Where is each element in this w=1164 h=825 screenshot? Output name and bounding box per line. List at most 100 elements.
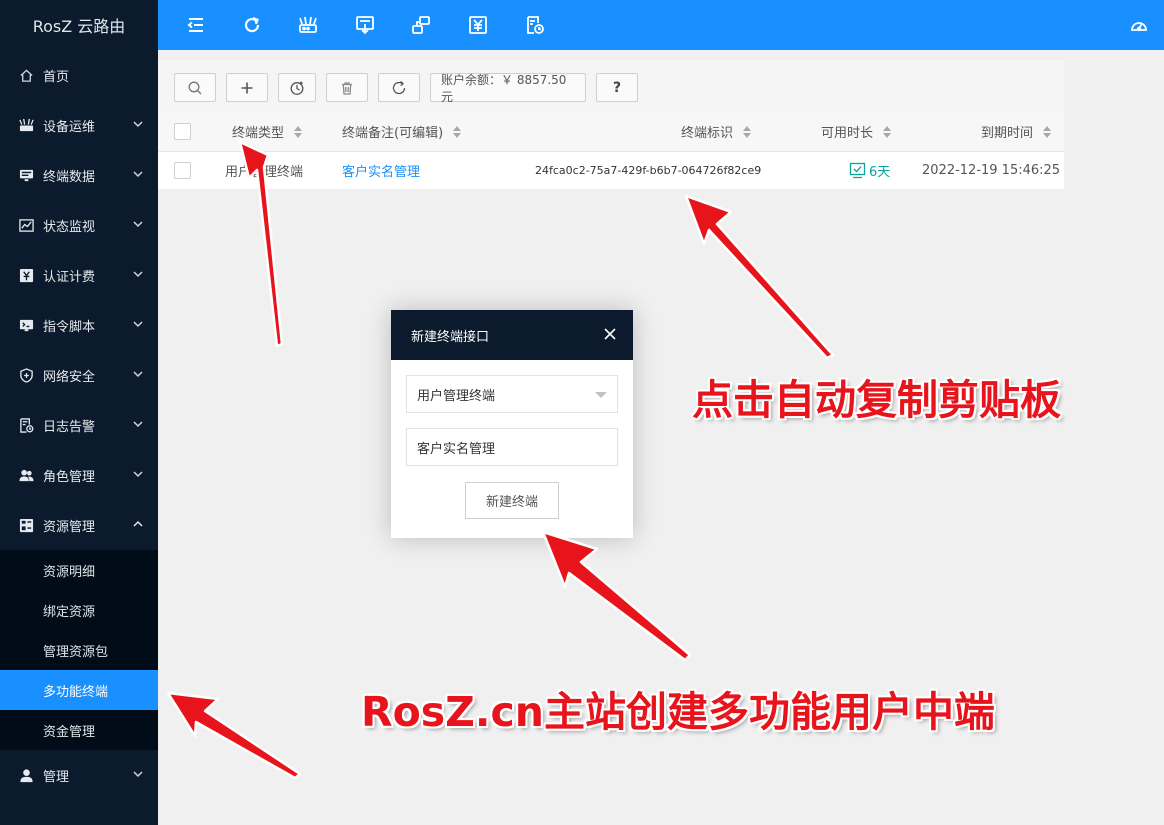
search-button[interactable] [174,73,216,102]
sidebar-item-label: 设备运维 [43,119,96,135]
column-header-type[interactable]: 终端类型 [232,112,303,151]
cell-duration: 6天 [849,152,890,189]
app-logo: RosZ 云路由 [32,17,126,36]
users-icon [18,467,34,483]
sidebar-item-resource-management[interactable]: 资源管理 [0,500,158,550]
new-terminal-dialog: 新建终端接口 用户管理终端 新建终端 [391,310,633,538]
help-icon: ? [612,79,622,96]
annotation-main-caption: RosZ.cn主站创建多功能用户中端 [361,688,995,736]
help-button[interactable]: ? [596,73,638,102]
cell-terminal-note-editable[interactable]: 客户实名管理 [342,152,420,189]
home-icon [18,67,34,83]
dialog-title: 新建终端接口 [411,329,490,345]
renew-button[interactable] [278,73,316,102]
sort-icon [1043,125,1052,138]
chevron-down-icon [133,221,143,228]
chart-icon [18,217,34,233]
sidebar-item-label: 角色管理 [43,469,96,485]
sidebar-item-label: 资源管理 [43,519,96,535]
sidebar-subitem-resource-pack[interactable]: 管理资源包 [0,630,158,670]
script-icon [18,317,34,333]
sidebar-subitem-funds[interactable]: 资金管理 [0,710,158,750]
router-icon [18,117,34,133]
billing-icon[interactable] [467,14,489,36]
sidebar-item-home[interactable]: 首页 [0,50,158,100]
chevron-down-icon [133,371,143,378]
delete-button[interactable] [326,73,368,102]
router-icon[interactable] [297,14,319,36]
sidebar-item-auth-billing[interactable]: 认证计费 [0,250,158,300]
refresh-icon[interactable] [241,14,263,36]
shield-icon [18,367,34,383]
sidebar: RosZ 云路由 首页 设备运维 终端数据 状态监视 认证计费 指令脚本 网络安… [0,0,158,825]
chevron-up-icon [133,520,143,527]
chevron-down-icon [133,771,143,778]
column-header-duration[interactable]: 可用时长 [821,112,892,151]
column-header-expires[interactable]: 到期时间 [981,112,1052,151]
sort-icon [743,125,752,138]
search-icon [188,81,202,94]
chevron-down-icon [133,321,143,328]
sidebar-item-network-security[interactable]: 网络安全 [0,350,158,400]
reload-button[interactable] [378,73,420,102]
chevron-down-icon [133,271,143,278]
column-header-note[interactable]: 终端备注(可编辑) [342,112,462,151]
chevron-down-icon [133,121,143,128]
cell-expires: 2022-12-19 15:46:25 [922,163,1061,178]
log-clock-icon[interactable] [524,14,546,36]
arrow-to-multi-terminal [166,691,302,780]
terminal-note-input[interactable] [406,428,618,466]
toolbar: 账户余额：￥ 8857.50 元 ? [158,60,1064,112]
caret-down-icon [595,392,607,398]
select-all-checkbox[interactable] [174,112,191,151]
table-header: 终端类型 终端备注(可编辑) 终端标识 可用时长 到期时间 [158,112,1064,152]
table-row: 用户管理终端 客户实名管理 24fca0c2-75a7-429f-b6b7-06… [158,152,1064,190]
sidebar-item-label: 网络安全 [43,369,96,385]
cell-terminal-type: 用户管理终端 [225,165,304,180]
top-bar [158,0,1164,50]
sidebar-item-device-ops[interactable]: 设备运维 [0,100,158,150]
arrow-to-terminal-id [684,194,835,360]
sidebar-subitem-resource-detail[interactable]: 资源明细 [0,550,158,590]
collapse-menu-icon[interactable] [185,14,207,36]
sidebar-item-label: 认证计费 [43,269,96,285]
sidebar-item-label: 指令脚本 [43,319,96,335]
create-terminal-button[interactable]: 新建终端 [465,482,559,519]
plus-icon [241,82,253,93]
add-button[interactable] [226,73,268,102]
terminal-download-icon[interactable] [354,14,376,36]
resource-submenu: 资源明细 绑定资源 管理资源包 多功能终端 资金管理 [0,550,158,750]
sort-icon [294,125,303,138]
dialog-header: 新建终端接口 [391,310,633,360]
trash-icon [342,81,352,95]
chevron-down-icon [133,421,143,428]
sidebar-item-label: 状态监视 [43,219,96,235]
balance-text: 账户余额：￥ 8857.50 元 [441,72,567,104]
sidebar-item-label: 管理 [43,769,70,785]
balance-display: 账户余额：￥ 8857.50 元 [430,72,586,104]
arrow-to-dialog-button [541,530,692,662]
billing-icon [18,267,34,283]
sidebar-item-role-management[interactable]: 角色管理 [0,450,158,500]
chevron-down-icon [133,471,143,478]
network-topology-icon[interactable] [410,14,432,36]
cell-terminal-id-copy[interactable]: 24fca0c2-75a7-429f-b6b7-064726f82ce9 [535,152,761,189]
sidebar-item-label: 日志告警 [43,419,96,435]
user-icon [18,767,34,783]
sidebar-item-terminal-data[interactable]: 终端数据 [0,150,158,200]
sidebar-subitem-multi-terminal[interactable]: 多功能终端 [0,670,158,710]
sidebar-item-label: 终端数据 [43,169,96,185]
column-header-id[interactable]: 终端标识 [681,112,752,151]
sidebar-item-label: 首页 [43,69,70,85]
close-icon[interactable] [603,327,617,341]
terminal-type-select[interactable]: 用户管理终端 [406,375,618,413]
dashboard-icon[interactable] [1128,14,1150,36]
sidebar-item-command-script[interactable]: 指令脚本 [0,300,158,350]
sidebar-subitem-bind-resource[interactable]: 绑定资源 [0,590,158,630]
sidebar-item-status-monitor[interactable]: 状态监视 [0,200,158,250]
sort-icon [453,125,462,138]
clock-plus-icon [290,81,304,95]
sidebar-item-admin[interactable]: 管理 [0,750,158,800]
row-checkbox[interactable] [174,152,191,189]
sidebar-item-log-alert[interactable]: 日志告警 [0,400,158,450]
